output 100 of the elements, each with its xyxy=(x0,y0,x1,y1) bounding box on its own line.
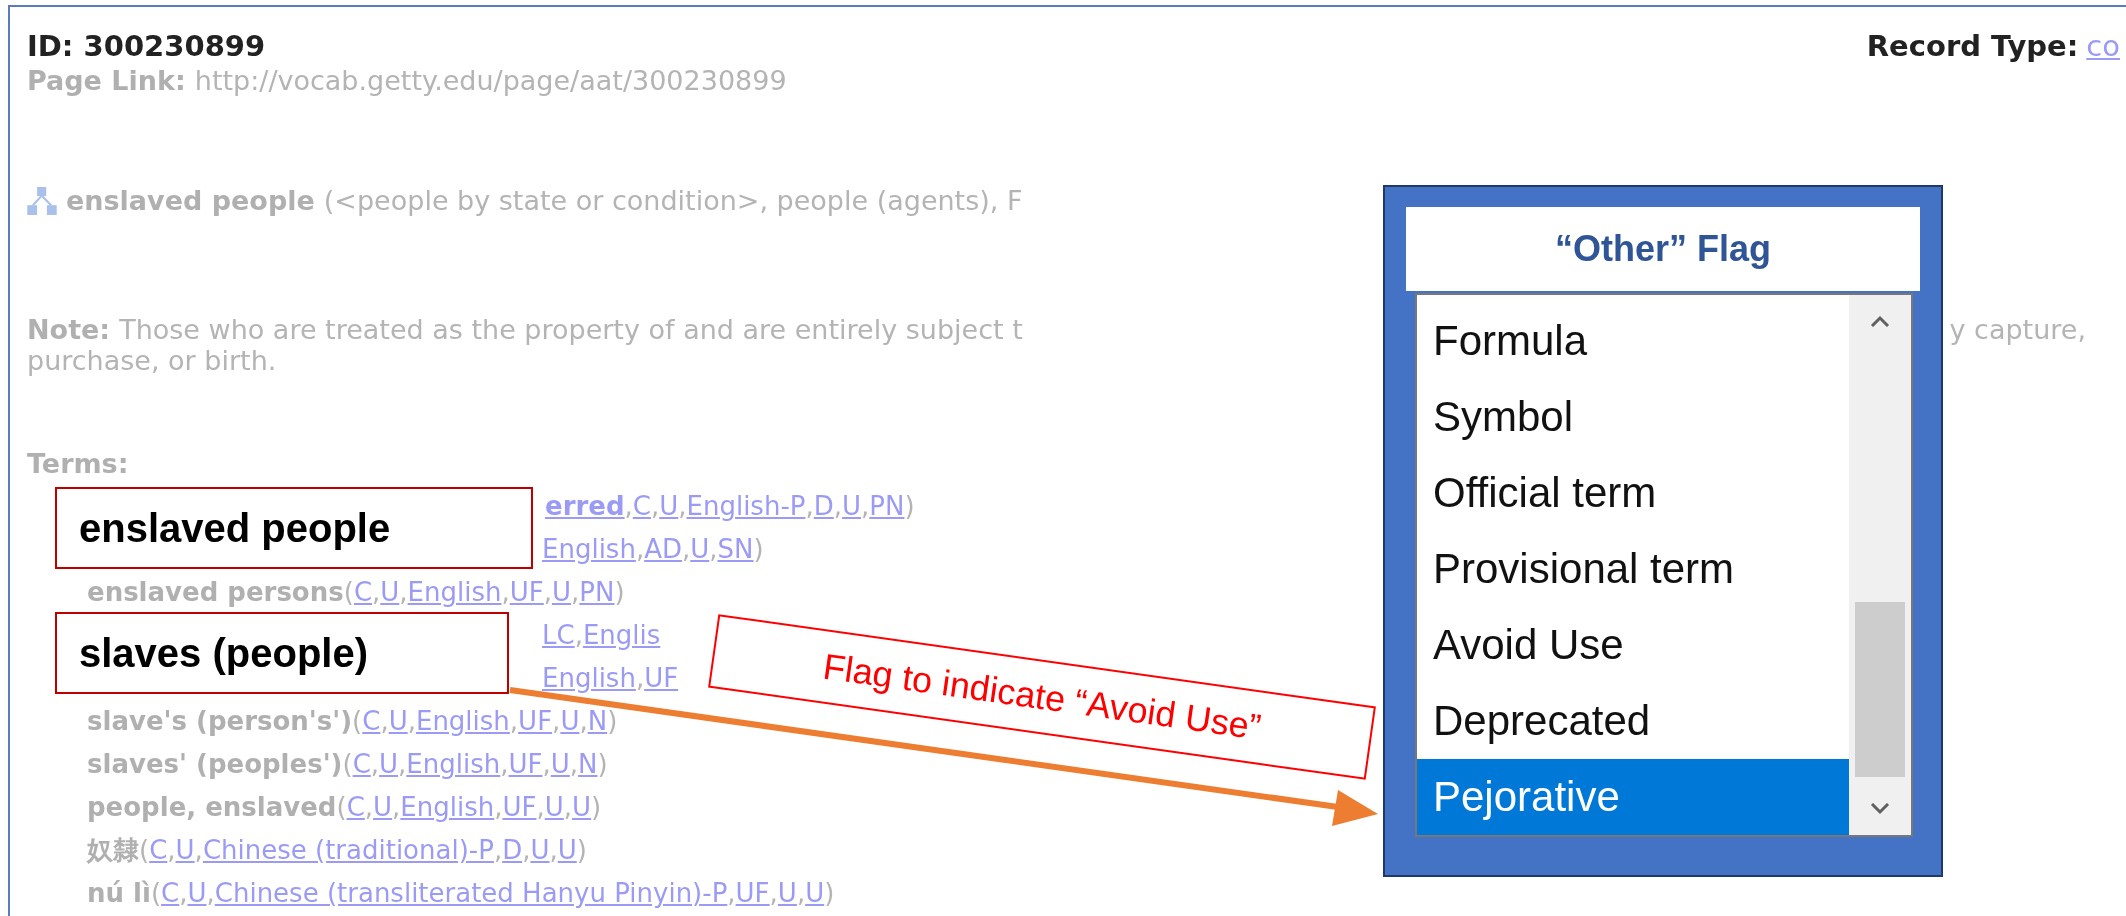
qualifier-link[interactable]: U xyxy=(572,786,592,829)
comma-text: , xyxy=(194,834,203,867)
qualifier-link[interactable]: U xyxy=(530,829,550,872)
qualifier-link[interactable]: UF xyxy=(735,872,770,915)
qualifier-link[interactable]: PN xyxy=(579,571,615,614)
term-name: slaves' (peoples') xyxy=(87,748,343,781)
qualifier-link[interactable]: U xyxy=(373,786,393,829)
comma-text: , xyxy=(494,791,503,824)
term-name: enslaved persons xyxy=(87,576,344,609)
record-type-link[interactable]: co xyxy=(2086,29,2120,63)
flag-listbox[interactable]: Formula Symbol Official term Provisional term Avoid Use Deprecated Pejorative xyxy=(1415,293,1913,837)
flag-option[interactable]: Symbol xyxy=(1417,379,1849,455)
qualifier-link[interactable]: UF xyxy=(508,743,543,786)
term-name: nú lì xyxy=(87,877,151,910)
comma-text: , xyxy=(392,791,401,824)
qualifier-link[interactable]: U xyxy=(560,700,580,743)
qualifier-link[interactable]: UF xyxy=(644,657,679,700)
flag-option[interactable]: Formula xyxy=(1417,303,1849,379)
qualifier-link[interactable]: English xyxy=(407,571,502,614)
comma-text: , xyxy=(681,533,691,566)
flag-option[interactable]: Avoid Use xyxy=(1417,607,1849,683)
qualifier-link[interactable]: U xyxy=(659,485,679,528)
qualifier-link[interactable]: U xyxy=(777,872,797,915)
qualifier-link[interactable]: C xyxy=(149,829,168,872)
qualifier-link[interactable]: Chinese (transliterated Hanyu Pinyin)-P xyxy=(214,872,728,915)
comma-text: , xyxy=(769,877,778,910)
hierarchy-term: enslaved people xyxy=(66,185,315,216)
qualifier-link[interactable]: Chinese (traditional)-P xyxy=(202,829,494,872)
qualifier-link[interactable]: C xyxy=(352,743,371,786)
callout-label: Flag to indicate “Avoid Use” xyxy=(708,614,1376,780)
qualifier-link[interactable]: U xyxy=(187,872,207,915)
paren-text: ) xyxy=(753,533,764,566)
paren-text: ) xyxy=(607,705,618,738)
qualifier-link[interactable]: U xyxy=(544,786,564,829)
qualifier-link[interactable]: D xyxy=(813,485,834,528)
comma-text: , xyxy=(861,490,870,523)
qualifier-link[interactable]: LC xyxy=(542,614,575,657)
qualifier-link[interactable]: C xyxy=(632,485,651,528)
paren-text: ( xyxy=(150,877,162,910)
comma-text: , xyxy=(574,619,583,652)
qualifier-link[interactable]: D xyxy=(502,829,523,872)
comma-text: , xyxy=(650,490,660,523)
qualifier-link[interactable]: U xyxy=(690,528,710,571)
term-link[interactable]: erred xyxy=(545,485,625,528)
flag-option[interactable]: Provisional term xyxy=(1417,531,1849,607)
comma-text: , xyxy=(179,877,188,910)
paren-text: ) xyxy=(597,748,608,781)
paren-text: ) xyxy=(576,834,587,867)
qualifier-link[interactable]: English xyxy=(415,700,510,743)
qualifier-link[interactable]: UF xyxy=(502,786,537,829)
qualifier-link[interactable]: U xyxy=(550,743,570,786)
flag-option[interactable]: Official term xyxy=(1417,455,1849,531)
qualifier-link[interactable]: U xyxy=(842,485,862,528)
term-name: slave's (person's') xyxy=(87,705,353,738)
scrollbar-thumb[interactable] xyxy=(1855,602,1905,777)
comma-text: , xyxy=(833,490,843,523)
chevron-up-icon[interactable] xyxy=(1870,315,1890,327)
comma-text: , xyxy=(399,576,408,609)
flag-option[interactable]: Deprecated xyxy=(1417,683,1849,759)
qualifier-link[interactable]: English xyxy=(542,528,636,571)
qualifier-link[interactable]: English xyxy=(400,786,495,829)
hierarchy-context: (<people by state or condition>, people (agents), F xyxy=(323,185,1023,216)
qualifier-link[interactable]: U xyxy=(380,571,400,614)
qualifier-link[interactable]: N xyxy=(578,743,598,786)
qualifier-link[interactable]: U xyxy=(175,829,195,872)
qualifier-link[interactable]: U xyxy=(557,829,577,872)
paren-text: ( xyxy=(343,576,354,609)
comma-text: , xyxy=(579,705,588,738)
qualifier-link[interactable]: UF xyxy=(509,571,544,614)
qualifier-link[interactable]: PN xyxy=(869,485,905,528)
qualifier-link[interactable]: C xyxy=(362,700,381,743)
paren-text: ( xyxy=(352,705,363,738)
paren-text: ( xyxy=(139,834,150,867)
comma-text: , xyxy=(522,834,531,867)
chevron-down-icon[interactable] xyxy=(1870,803,1890,815)
qualifier-link[interactable]: Englis xyxy=(582,614,661,657)
comma-text: , xyxy=(536,791,545,824)
qualifier-link[interactable]: U xyxy=(379,743,399,786)
qualifier-link[interactable]: C xyxy=(353,571,373,614)
paren-text: ( xyxy=(342,748,353,781)
qualifier-link[interactable]: SN xyxy=(717,528,754,571)
comma-text: , xyxy=(549,834,558,867)
qualifier-link[interactable]: English-P xyxy=(686,485,806,528)
flag-option[interactable]: Pejorative xyxy=(1417,759,1849,835)
qualifier-link[interactable]: U xyxy=(388,700,408,743)
qualifier-link[interactable]: U xyxy=(552,571,572,614)
comma-text: , xyxy=(552,705,561,738)
note-text: y capture, xyxy=(1949,314,2086,345)
qualifier-link[interactable]: C xyxy=(161,872,180,915)
qualifier-link[interactable]: English xyxy=(406,743,501,786)
comma-text: , xyxy=(501,576,510,609)
qualifier-link[interactable]: AD xyxy=(644,528,682,571)
qualifier-link[interactable]: C xyxy=(346,786,365,829)
qualifier-link[interactable]: N xyxy=(587,700,608,743)
qualifier-link[interactable]: UF xyxy=(518,700,553,743)
qualifier-link[interactable]: English xyxy=(542,657,636,700)
comma-text: , xyxy=(709,533,718,566)
comma-text: , xyxy=(398,748,407,781)
paren-text: ( xyxy=(336,791,347,824)
qualifier-link[interactable]: U xyxy=(805,872,825,915)
